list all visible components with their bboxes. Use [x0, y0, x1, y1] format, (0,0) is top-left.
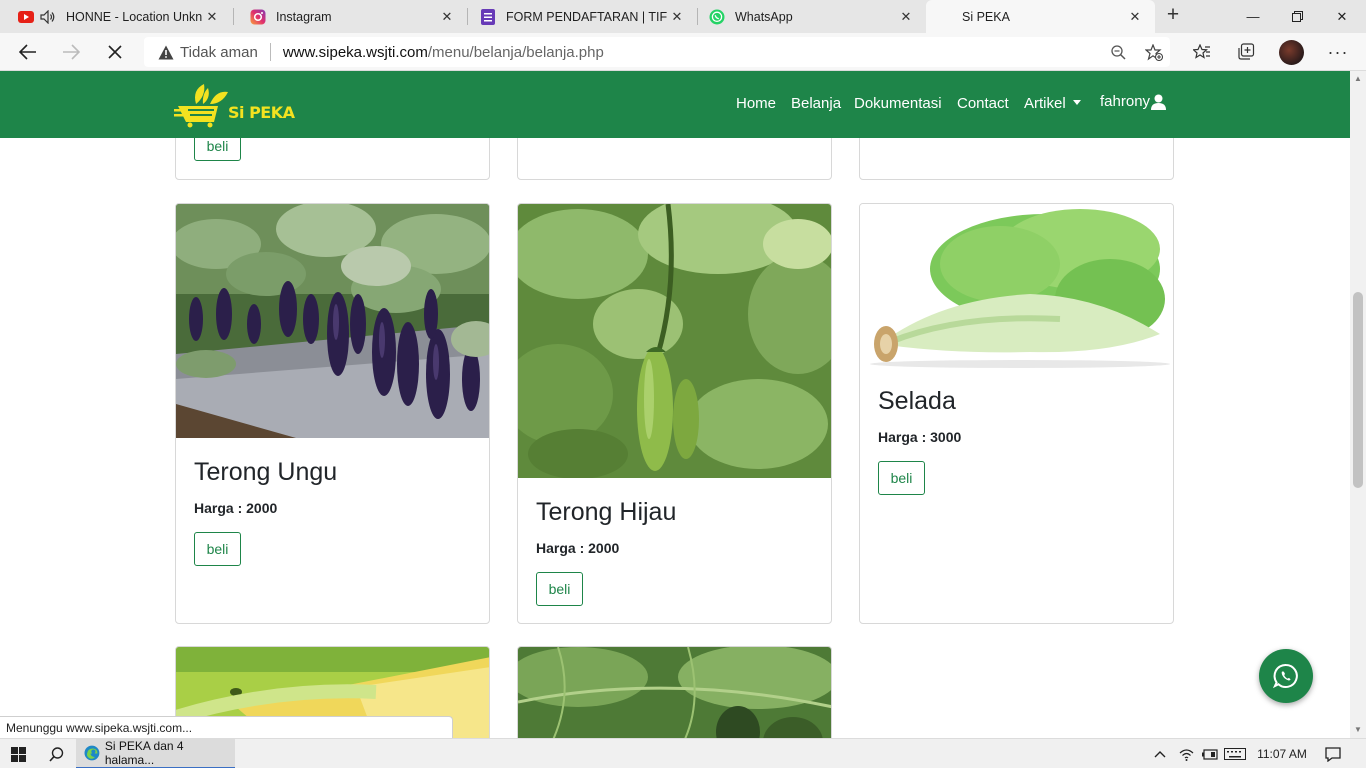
- tab-title: Si PEKA: [962, 9, 1010, 24]
- site-logo[interactable]: Si PEKA: [174, 82, 296, 128]
- product-price: Harga : 2000: [536, 540, 620, 556]
- back-button[interactable]: [13, 37, 43, 67]
- address-toolbar: Tidak aman www.sipeka.wsjti.com/menu/bel…: [0, 33, 1366, 71]
- stop-loading-button[interactable]: [100, 37, 130, 67]
- forms-icon: [480, 8, 496, 25]
- security-label: Tidak aman: [180, 43, 258, 61]
- chevron-down-icon: [1072, 100, 1081, 105]
- taskbar-edge-app[interactable]: Si PEKA dan 4 halama...: [76, 739, 235, 768]
- close-window-button[interactable]: ✕: [1319, 0, 1365, 33]
- close-tab-icon[interactable]: ✕: [437, 9, 457, 25]
- nav-artikel-dropdown[interactable]: Artikel: [1024, 95, 1081, 112]
- nav-belanja[interactable]: Belanja: [791, 95, 841, 112]
- restore-button[interactable]: [1274, 0, 1320, 33]
- product-card: Terong Ungu Harga : 2000 beli: [175, 203, 490, 624]
- site-navbar: Si PEKA Home Belanja Dokumentasi Contact…: [0, 71, 1350, 138]
- buy-button[interactable]: beli: [536, 572, 583, 606]
- product-image-terong-ungu: [176, 204, 489, 438]
- warning-icon[interactable]: [158, 44, 174, 60]
- product-name: Terong Hijau: [536, 498, 677, 526]
- system-clock[interactable]: 11:07 AM: [1252, 739, 1312, 768]
- tab-title: Instagram: [276, 9, 332, 24]
- whatsapp-icon: [709, 9, 725, 25]
- forward-button[interactable]: [56, 37, 86, 67]
- tab-instagram[interactable]: Instagram ✕: [232, 0, 467, 33]
- tab-whatsapp[interactable]: WhatsApp ✕: [691, 0, 926, 33]
- nav-home[interactable]: Home: [736, 95, 776, 112]
- product-card: Terong Hijau Harga : 2000 beli: [517, 203, 832, 624]
- search-icon[interactable]: [40, 739, 72, 768]
- scrollbar-thumb[interactable]: [1353, 292, 1363, 488]
- product-image-mentimun: [518, 647, 831, 738]
- youtube-icon: [18, 9, 34, 25]
- browser-tab-strip: HONNE - Location Unknown ✕ Instagram ✕ F…: [0, 0, 1366, 33]
- new-tab-button[interactable]: +: [1162, 4, 1184, 27]
- whatsapp-icon: [1273, 663, 1298, 689]
- product-card-partial: [517, 646, 832, 738]
- buy-button[interactable]: beli: [878, 461, 925, 495]
- close-tab-icon[interactable]: ✕: [1125, 9, 1145, 25]
- minimize-button[interactable]: —: [1230, 0, 1276, 33]
- status-bar: Menunggu www.sipeka.wsjti.com...: [0, 716, 453, 738]
- product-card: Selada Harga : 3000 beli: [859, 203, 1174, 624]
- edge-icon: [84, 745, 100, 761]
- product-image-terong-hijau: [518, 204, 831, 478]
- tab-honne[interactable]: HONNE - Location Unknown ✕: [0, 0, 232, 33]
- close-tab-icon[interactable]: ✕: [667, 9, 687, 25]
- tab-title: HONNE - Location Unknown: [66, 9, 202, 24]
- start-button[interactable]: [0, 739, 36, 768]
- scroll-up-arrow[interactable]: ▲: [1352, 73, 1364, 85]
- nav-dokumentasi[interactable]: Dokumentasi: [854, 95, 942, 112]
- product-image-selada: [860, 204, 1173, 368]
- close-tab-icon[interactable]: ✕: [202, 9, 222, 25]
- keyboard-icon[interactable]: [1223, 739, 1247, 768]
- user-menu[interactable]: fahrony: [1100, 92, 1167, 110]
- zoom-icon[interactable]: [1104, 37, 1132, 67]
- product-price: Harga : 3000: [878, 429, 962, 445]
- address-bar[interactable]: Tidak aman www.sipeka.wsjti.com/menu/bel…: [144, 37, 1170, 67]
- whatsapp-chat-button[interactable]: [1259, 649, 1313, 703]
- collections-icon[interactable]: [1231, 37, 1261, 67]
- product-price: Harga : 2000: [194, 500, 278, 516]
- tab-title: WhatsApp: [735, 9, 793, 24]
- logo-text: Si PEKA: [228, 103, 295, 122]
- taskbar-app-label: Si PEKA dan 4 halama...: [104, 739, 184, 767]
- tab-title: FORM PENDAFTARAN | TIF EXPO: [506, 9, 667, 24]
- tab-form-pendaftaran[interactable]: FORM PENDAFTARAN | TIF EXPO ✕: [462, 0, 697, 33]
- show-hidden-icons[interactable]: [1150, 739, 1170, 768]
- product-name: Selada: [878, 387, 956, 415]
- user-icon: [1151, 94, 1167, 110]
- instagram-icon: [250, 9, 266, 25]
- tab-si-peka[interactable]: Si PEKA ✕: [926, 0, 1155, 33]
- url-text[interactable]: www.sipeka.wsjti.com/menu/belanja/belanj…: [283, 44, 604, 61]
- add-favorite-icon[interactable]: [1140, 37, 1168, 67]
- windows-taskbar: Si PEKA dan 4 halama... 11:07 AM: [0, 738, 1366, 768]
- profile-avatar[interactable]: [1279, 40, 1304, 65]
- nav-artikel-label: Artikel: [1024, 95, 1066, 112]
- speaker-icon[interactable]: [40, 9, 56, 25]
- scroll-down-arrow[interactable]: ▼: [1352, 724, 1364, 736]
- more-menu-icon[interactable]: ···: [1323, 37, 1353, 67]
- notification-icon[interactable]: [1320, 739, 1346, 768]
- nav-contact[interactable]: Contact: [957, 95, 1009, 112]
- username: fahrony: [1100, 92, 1151, 110]
- wifi-icon[interactable]: [1177, 739, 1195, 768]
- page-viewport: beli Terong Ungu Harga: 2000 beli Teron…: [0, 71, 1350, 738]
- close-tab-icon[interactable]: ✕: [896, 9, 916, 25]
- favorites-icon[interactable]: [1187, 37, 1217, 67]
- battery-icon[interactable]: [1199, 739, 1219, 768]
- product-name: Terong Ungu: [194, 458, 338, 486]
- buy-button[interactable]: beli: [194, 532, 241, 566]
